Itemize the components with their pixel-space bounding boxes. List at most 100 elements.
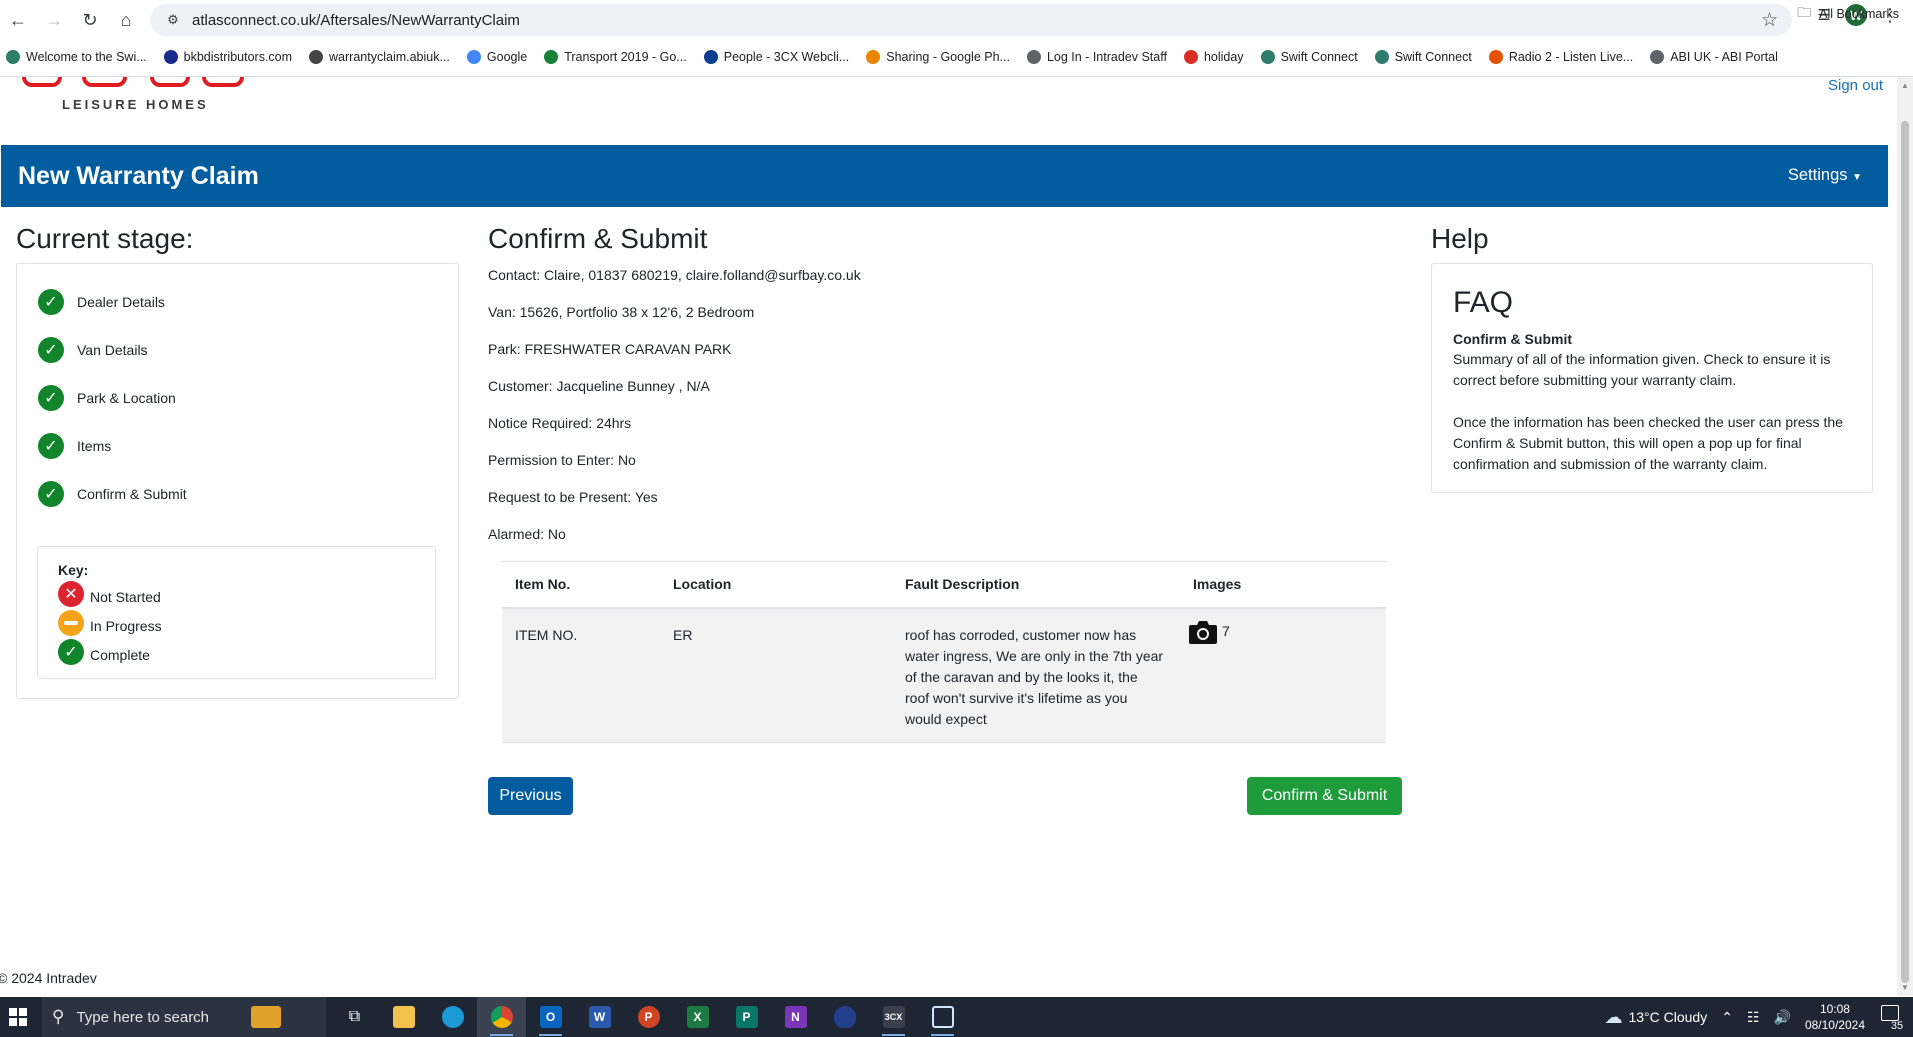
bookmark-item[interactable]: Swift Connect — [1374, 50, 1472, 64]
bookmark-item[interactable]: Log In - Intradev Staff — [1026, 50, 1167, 64]
scroll-up-icon[interactable]: ▲ — [1901, 81, 1909, 90]
minus-icon — [58, 610, 84, 636]
notice-line: Notice Required: 24hrs — [488, 415, 632, 431]
key-label: Not Started — [90, 589, 161, 605]
system-tray: ☁ 13°C Cloudy ⌃ ☷ 🔊 10:08 08/10/2024 35 — [1604, 997, 1913, 1037]
virtualbox-button[interactable] — [918, 997, 967, 1037]
swift-icon — [1260, 50, 1275, 64]
powerpoint-button[interactable]: P — [624, 997, 673, 1037]
stage-item-label: Dealer Details — [77, 294, 165, 310]
bookmark-item[interactable]: bkbdistributors.com — [163, 50, 292, 64]
cell-images: 7 — [1180, 607, 1386, 743]
bookmark-item[interactable]: warrantyclaim.abiuk... — [309, 50, 450, 64]
volume-icon[interactable]: 🔊 — [1774, 1009, 1791, 1026]
url-text[interactable]: atlasconnect.co.uk/Aftersales/NewWarrant… — [192, 12, 520, 29]
previous-button[interactable]: Previous — [488, 777, 573, 815]
start-button[interactable] — [0, 997, 36, 1037]
col-images: Images — [1180, 561, 1386, 609]
scrollbar-thumb[interactable] — [1901, 121, 1909, 983]
images-link[interactable]: 7 — [1188, 619, 1230, 645]
faq-paragraph-2: Once the information has been checked th… — [1453, 414, 1843, 472]
publisher-button[interactable]: P — [722, 997, 771, 1037]
current-stage-title: Current stage: — [16, 223, 194, 254]
all-bookmarks[interactable]: 🗀 All Bookmarks — [1797, 0, 1899, 28]
folder-icon: 🗀 — [1797, 4, 1812, 20]
opera-icon — [1183, 50, 1198, 64]
key-not-started: ✕ Not Started — [58, 581, 161, 607]
notifications-button[interactable]: 35 — [1879, 1005, 1904, 1032]
address-bar[interactable]: ⚙ atlasconnect.co.uk/Aftersales/NewWarra… — [150, 4, 1792, 36]
app-button[interactable] — [820, 997, 869, 1037]
clock[interactable]: 10:08 08/10/2024 — [1805, 1001, 1865, 1033]
task-view-button[interactable]: ⧉ — [330, 997, 379, 1037]
word-button[interactable]: W — [575, 997, 624, 1037]
page-scrollbar[interactable]: ▲ ▼ — [1897, 77, 1913, 996]
cell-location: ER — [660, 607, 892, 743]
weather-widget[interactable]: ☁ 13°C Cloudy — [1604, 1007, 1707, 1028]
edge-button[interactable] — [428, 997, 477, 1037]
customer-line: Customer: Jacqueline Bunney , N/A — [488, 378, 710, 394]
all-bookmarks-label: All Bookmarks — [1819, 7, 1899, 21]
outlook-button[interactable]: O — [526, 997, 575, 1037]
confirm-submit-button[interactable]: Confirm & Submit — [1247, 777, 1402, 815]
cloud-icon: ☁ — [1604, 1006, 1623, 1027]
site-info-icon[interactable]: ⚙ — [158, 12, 188, 28]
reload-icon: ↻ — [82, 9, 98, 30]
bookmark-item[interactable]: Welcome to the Swi... — [6, 50, 147, 64]
back-button[interactable]: ← — [0, 2, 36, 38]
caret-down-icon: ▼ — [1852, 172, 1862, 183]
table-header-row: Item No. Location Fault Description Imag… — [502, 561, 1386, 609]
word-icon: W — [588, 1006, 611, 1028]
settings-dropdown[interactable]: Settings ▼ — [1788, 166, 1862, 185]
atlas-logo[interactable]: LEISURE HOMES — [22, 77, 252, 112]
excel-button[interactable]: X — [673, 997, 722, 1037]
stage-item-van-details: ✓ Van Details — [38, 337, 148, 363]
reload-button[interactable]: ↻ — [72, 2, 108, 38]
help-title: Help — [1431, 223, 1489, 254]
bookmark-item[interactable]: Swift Connect — [1260, 50, 1358, 64]
page-icon — [1026, 50, 1041, 64]
camera-icon — [1189, 620, 1217, 644]
logo-tagline: LEISURE HOMES — [62, 97, 209, 112]
faq-title: FAQ — [1453, 286, 1514, 319]
bookmark-label: Radio 2 - Listen Live... — [1508, 50, 1634, 64]
footer-copyright: © 2024 Intradev — [0, 970, 97, 986]
bookmark-item[interactable]: holiday — [1183, 50, 1244, 64]
sign-out-link[interactable]: Sign out — [1828, 77, 1883, 94]
stage-item-label: Confirm & Submit — [77, 486, 187, 502]
col-fault-description: Fault Description — [892, 561, 1180, 609]
stage-card: ✓ Dealer Details ✓ Van Details ✓ Park & … — [16, 263, 459, 699]
page-title: New Warranty Claim — [18, 162, 259, 190]
chevron-up-icon[interactable]: ⌃ — [1721, 1009, 1733, 1026]
bkb-icon — [163, 50, 178, 64]
bookmark-star-icon[interactable]: ☆ — [1761, 9, 1778, 32]
bookmarks-bar: Welcome to the Swi... bkbdistributors.com… — [0, 43, 1913, 71]
3cx-button[interactable]: 3CX — [869, 997, 918, 1037]
bookmark-item[interactable]: Sharing - Google Ph... — [866, 50, 1010, 64]
taskbar-apps: ⧉ O W P X P N 3CX — [330, 997, 967, 1037]
scroll-down-icon[interactable]: ▼ — [1901, 983, 1909, 992]
file-explorer-button[interactable] — [379, 997, 428, 1037]
excel-icon: X — [686, 1006, 709, 1028]
forward-button[interactable]: → — [36, 2, 72, 38]
network-icon[interactable]: ☷ — [1747, 1009, 1760, 1026]
bookmark-item[interactable]: People - 3CX Webcli... — [703, 50, 849, 64]
taskbar-search[interactable]: ⚲ Type here to search — [42, 997, 326, 1037]
outlook-icon: O — [539, 1006, 562, 1028]
photos-icon — [866, 50, 881, 64]
arrow-left-icon: ← — [9, 9, 27, 30]
home-icon: ⌂ — [120, 9, 132, 30]
notification-count: 35 — [1890, 1020, 1904, 1032]
bookmark-item[interactable]: Transport 2019 - Go... — [544, 50, 687, 64]
complete-check-icon: ✓ — [38, 289, 64, 315]
alarmed-line: Alarmed: No — [488, 526, 566, 542]
bookmark-label: warrantyclaim.abiuk... — [329, 50, 450, 64]
col-item-no: Item No. — [502, 561, 660, 609]
chrome-button[interactable] — [477, 997, 526, 1037]
home-button[interactable]: ⌂ — [108, 2, 144, 38]
onenote-button[interactable]: N — [771, 997, 820, 1037]
bookmark-item[interactable]: Radio 2 - Listen Live... — [1488, 50, 1634, 64]
shield-icon — [833, 1006, 856, 1028]
bookmark-item[interactable]: Google — [466, 50, 527, 64]
bookmark-item[interactable]: ABI UK - ABI Portal — [1650, 50, 1778, 64]
